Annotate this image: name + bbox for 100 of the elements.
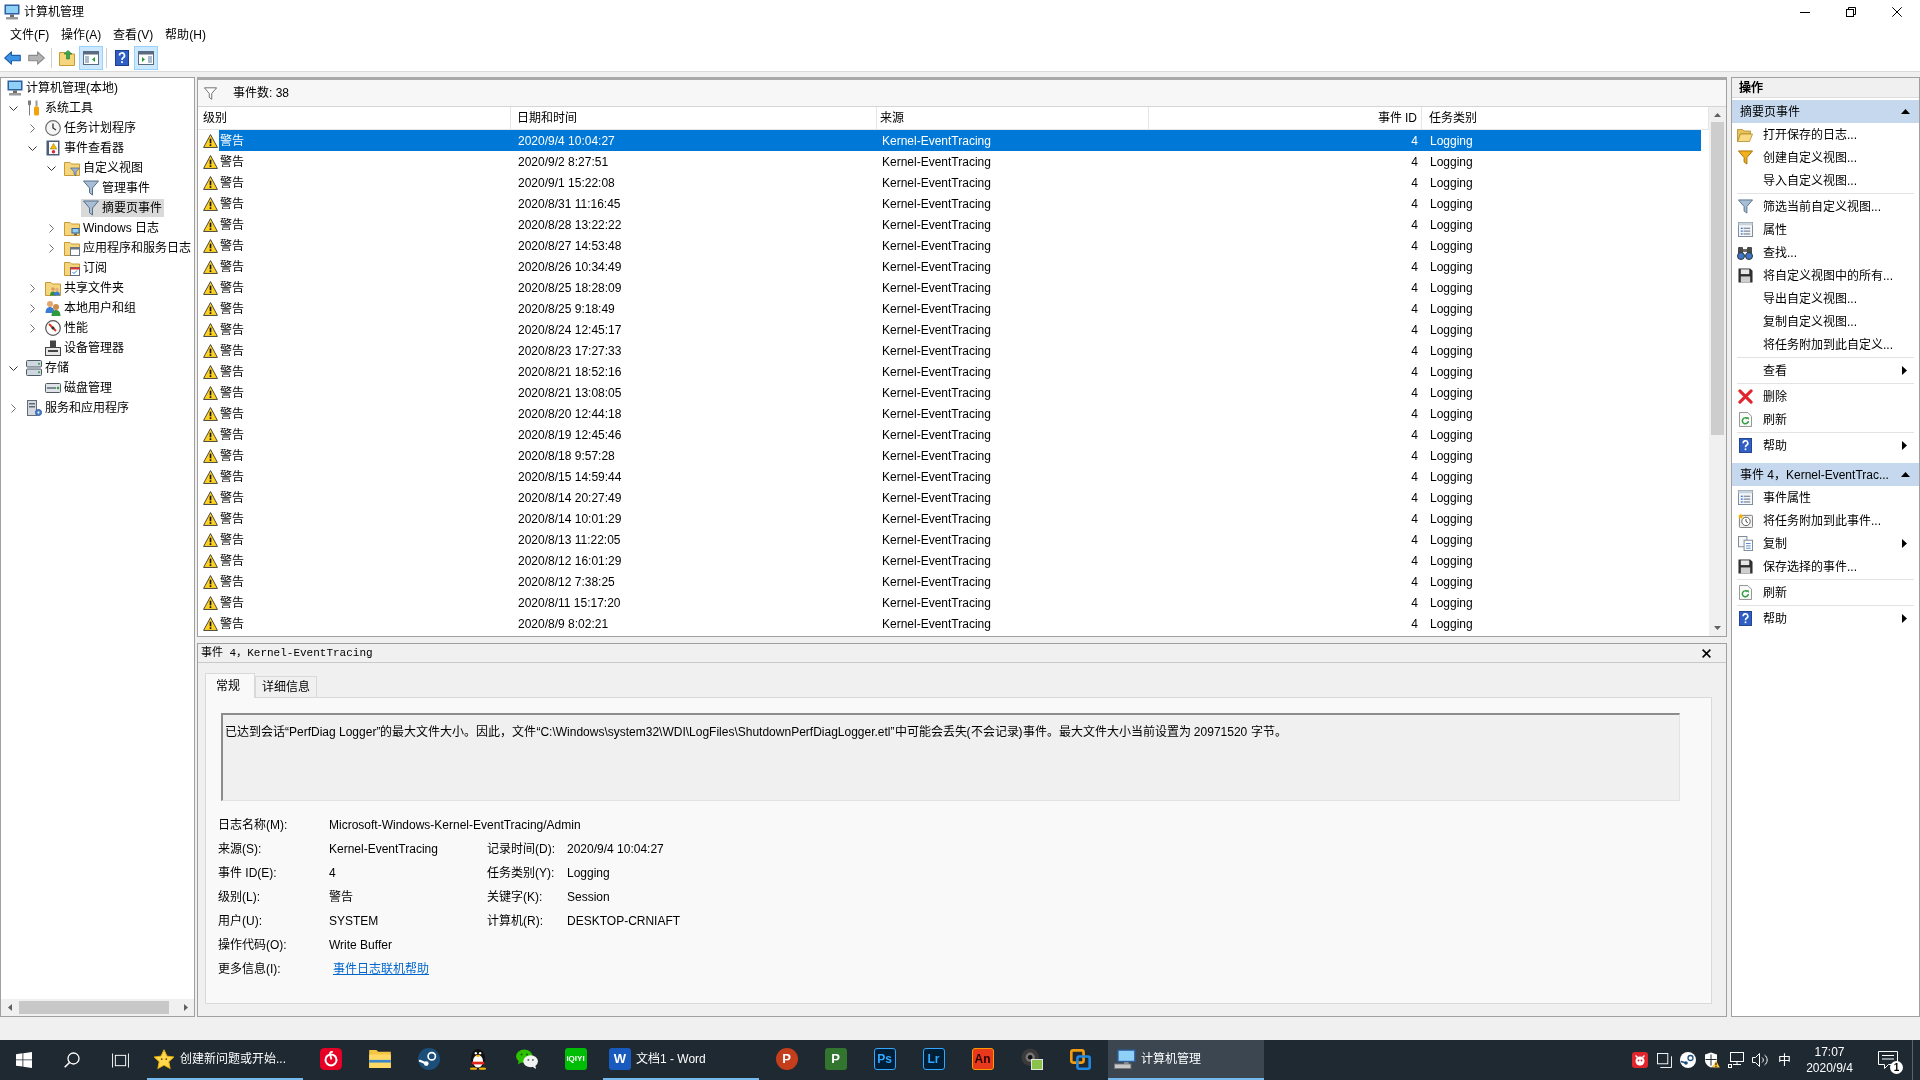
taskbar-app[interactable]: W 文档1 - Word: [603, 1040, 759, 1080]
chevron-down-icon[interactable]: [8, 105, 18, 111]
tree-item[interactable]: 事件查看器: [43, 139, 126, 157]
app-logo[interactable]: An: [971, 1048, 994, 1070]
tree-item[interactable]: 系统工具: [24, 99, 95, 117]
chevron-down-icon[interactable]: [8, 365, 18, 371]
tree-item[interactable]: 共享文件夹: [43, 279, 126, 297]
action-item[interactable]: 打开保存的日志...: [1732, 123, 1919, 146]
tree-item[interactable]: Windows 日志: [62, 219, 161, 237]
section-header[interactable]: 摘要页事件: [1732, 100, 1919, 123]
action-item[interactable]: 刷新: [1732, 581, 1919, 604]
tree-item[interactable]: 设备管理器: [43, 339, 126, 357]
action-item[interactable]: 将自定义视图中的所有...: [1732, 264, 1919, 287]
overlapping-squares-icon[interactable]: [1070, 1048, 1091, 1070]
app-badge-icon[interactable]: [1632, 1052, 1648, 1068]
tree-item[interactable]: 自定义视图: [62, 159, 145, 177]
toolbar-button[interactable]: [79, 46, 103, 70]
action-item[interactable]: 属性: [1732, 218, 1919, 241]
table-row[interactable]: 警告 2020/9/4 10:04:27 Kernel-EventTracing 4 Logging: [219, 130, 1701, 151]
chevron-down-icon[interactable]: [27, 145, 37, 151]
action-item[interactable]: 帮助: [1732, 434, 1919, 457]
action-item[interactable]: 帮助: [1732, 607, 1919, 630]
chevron-down-icon[interactable]: [46, 165, 56, 171]
table-row[interactable]: 警告 2020/8/23 17:27:33 Kernel-EventTracing 4 Logging: [219, 340, 1701, 361]
taskbar-app[interactable]: 创建新问题或开始...: [147, 1040, 303, 1080]
table-row[interactable]: 警告 2020/8/21 18:52:16 Kernel-EventTracing 4 Logging: [219, 361, 1701, 382]
tree-item[interactable]: 服务和应用程序: [24, 399, 131, 417]
chevron-right-icon[interactable]: [48, 223, 54, 233]
scroll-up-icon[interactable]: [1714, 112, 1721, 117]
tree-item[interactable]: 订阅: [62, 259, 109, 277]
table-row[interactable]: 警告 2020/8/20 12:44:18 Kernel-EventTracing 4 Logging: [219, 403, 1701, 424]
action-item[interactable]: 创建自定义视图...: [1732, 146, 1919, 169]
windows-logo-icon[interactable]: [16, 1052, 32, 1068]
table-row[interactable]: 警告 2020/8/31 11:16:45 Kernel-EventTracing 4 Logging: [219, 193, 1701, 214]
input-method-button[interactable]: 中: [1772, 1040, 1796, 1080]
taskbar-app[interactable]: 计算机管理: [1108, 1040, 1264, 1080]
action-item[interactable]: 事件属性: [1732, 486, 1919, 509]
network-icon[interactable]: [1728, 1052, 1744, 1068]
action-item[interactable]: 复制自定义视图...: [1732, 310, 1919, 333]
section-header[interactable]: 事件 4，Kernel-EventTrac...: [1732, 463, 1919, 486]
column-header[interactable]: 事件 ID: [1149, 107, 1422, 129]
folder-icon[interactable]: [368, 1050, 391, 1068]
tree-item[interactable]: 应用程序和服务日志: [62, 239, 193, 257]
table-row[interactable]: 警告 2020/9/2 8:27:51 Kernel-EventTracing 4 Logging: [219, 151, 1701, 172]
overlapping-squares-icon[interactable]: [1656, 1052, 1672, 1068]
scroll-left-icon[interactable]: [7, 1004, 12, 1011]
chevron-right-icon[interactable]: [29, 323, 35, 333]
help-link[interactable]: 事件日志联机帮助: [333, 960, 429, 978]
message-icon[interactable]: [1878, 1051, 1898, 1069]
table-row[interactable]: 警告 2020/8/25 9:18:49 Kernel-EventTracing 4 Logging: [219, 298, 1701, 319]
table-row[interactable]: 警告 2020/8/12 16:01:29 Kernel-EventTracing 4 Logging: [219, 550, 1701, 571]
tree-item[interactable]: 管理事件: [81, 179, 152, 197]
action-item[interactable]: 查找...: [1732, 241, 1919, 264]
action-item[interactable]: 将任务附加到此事件...: [1732, 509, 1919, 532]
task-view-icon[interactable]: [111, 1052, 129, 1068]
scrollbar[interactable]: [1, 999, 194, 1016]
action-item[interactable]: 将任务附加到此自定义...: [1732, 333, 1919, 356]
table-row[interactable]: 警告 2020/8/19 12:45:46 Kernel-EventTracing 4 Logging: [219, 424, 1701, 445]
tab[interactable]: 详细信息: [255, 676, 317, 697]
table-row[interactable]: 警告 2020/8/12 7:38:25 Kernel-EventTracing 4 Logging: [219, 571, 1701, 592]
column-header[interactable]: 日期和时间: [511, 107, 877, 129]
tree-item[interactable]: 性能: [43, 319, 90, 337]
app-logo[interactable]: P: [775, 1048, 798, 1070]
table-row[interactable]: 警告 2020/8/15 14:59:44 Kernel-EventTracing 4 Logging: [219, 466, 1701, 487]
tree-item[interactable]: 存储: [24, 359, 71, 377]
action-item[interactable]: 筛选当前自定义视图...: [1732, 195, 1919, 218]
table-row[interactable]: 警告 2020/8/18 9:57:28 Kernel-EventTracing 4 Logging: [219, 445, 1701, 466]
scrollbar[interactable]: [1709, 107, 1726, 636]
webcam-icon[interactable]: [1020, 1048, 1043, 1070]
tree-item[interactable]: 磁盘管理: [43, 379, 114, 397]
chevron-right-icon[interactable]: [48, 243, 54, 253]
table-row[interactable]: 警告 2020/8/28 13:22:22 Kernel-EventTracing 4 Logging: [219, 214, 1701, 235]
scrollbar-thumb[interactable]: [1711, 122, 1724, 435]
table-row[interactable]: 警告 2020/8/25 18:28:09 Kernel-EventTracing 4 Logging: [219, 277, 1701, 298]
action-item[interactable]: 导入自定义视图...: [1732, 169, 1919, 192]
app-logo[interactable]: P: [824, 1048, 847, 1070]
clock-button[interactable]: 17:07 2020/9/4: [1797, 1040, 1862, 1080]
table-row[interactable]: 警告 2020/8/9 8:02:21 Kernel-EventTracing 4 Logging: [219, 613, 1701, 634]
round-logo-icon[interactable]: [417, 1048, 440, 1070]
menu-item[interactable]: 文件(F): [4, 24, 56, 45]
chat-bubbles-icon[interactable]: [515, 1049, 538, 1069]
column-header[interactable]: 来源: [877, 107, 1149, 129]
action-item[interactable]: 保存选择的事件...: [1732, 555, 1919, 578]
app-logo[interactable]: Ps: [873, 1048, 896, 1070]
chevron-right-icon[interactable]: [29, 123, 35, 133]
circle-logo-icon[interactable]: [319, 1048, 342, 1070]
close-icon[interactable]: [1701, 648, 1711, 658]
tree-item[interactable]: 任务计划程序: [43, 119, 138, 137]
close-icon[interactable]: [1892, 7, 1902, 17]
round-logo-icon[interactable]: [1680, 1052, 1696, 1068]
scroll-down-icon[interactable]: [1714, 625, 1721, 630]
chevron-right-icon[interactable]: [29, 303, 35, 313]
table-row[interactable]: 警告 2020/9/1 15:22:08 Kernel-EventTracing 4 Logging: [219, 172, 1701, 193]
table-row[interactable]: 警告 2020/8/14 20:27:49 Kernel-EventTracing 4 Logging: [219, 487, 1701, 508]
menu-item[interactable]: 查看(V): [107, 24, 160, 45]
shield-warning-icon[interactable]: [1704, 1052, 1720, 1068]
toolbar-button[interactable]: [134, 46, 158, 70]
minimize-icon[interactable]: [1800, 11, 1810, 13]
table-row[interactable]: 警告 2020/8/14 10:01:29 Kernel-EventTracing 4 Logging: [219, 508, 1701, 529]
chevron-right-icon[interactable]: [10, 403, 16, 413]
